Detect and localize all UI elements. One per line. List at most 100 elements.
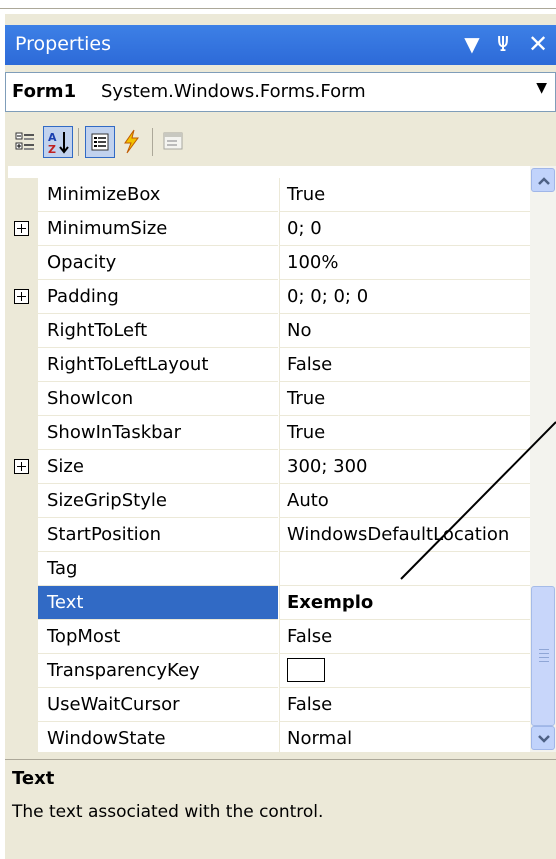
description-text: The text associated with the control. <box>12 802 324 822</box>
property-row[interactable]: StartPosition WindowsDefaultLocation <box>8 518 530 552</box>
property-grid: MinimizeBox True MinimumSize 0; 0 Opacity 100… <box>8 166 530 752</box>
row-gutter <box>8 620 38 654</box>
property-value-cell[interactable]: False <box>279 688 530 722</box>
grip-line <box>539 657 549 658</box>
scroll-thumb[interactable] <box>531 586 555 726</box>
properties-window: Properties ▼ Ψ ✕ Form1 System.Windows.Fo… <box>5 14 556 859</box>
triangle-down-icon[interactable]: ▼ <box>460 31 484 57</box>
property-value: 0; 0; 0; 0 <box>287 286 369 307</box>
pin-icon[interactable]: Ψ <box>491 31 515 57</box>
property-row[interactable]: MinimumSize 0; 0 <box>8 212 530 246</box>
property-row[interactable]: ShowInTaskbar True <box>8 416 530 450</box>
property-name-cell[interactable]: ShowIcon <box>38 382 278 416</box>
property-name-cell[interactable]: WindowState <box>38 722 278 752</box>
property-name: WindowState <box>47 728 166 749</box>
property-value-cell[interactable]: True <box>279 382 530 416</box>
events-lightning-icon[interactable] <box>117 126 147 158</box>
top-edge <box>0 0 556 9</box>
property-value-cell[interactable]: 300; 300 <box>279 450 530 484</box>
property-value-cell[interactable] <box>279 654 530 688</box>
vertical-scrollbar[interactable] <box>530 166 556 752</box>
chevron-down-icon <box>538 735 550 743</box>
categorized-icon[interactable] <box>11 126 41 158</box>
property-name: RightToLeftLayout <box>47 354 209 375</box>
chevron-down-icon[interactable]: ▼ <box>536 80 547 96</box>
expand-plus-icon[interactable] <box>14 289 29 304</box>
scroll-down-button[interactable] <box>531 726 555 750</box>
property-value: Normal <box>287 728 353 749</box>
property-value-cell[interactable]: True <box>279 178 530 212</box>
property-row[interactable]: UseWaitCursor False <box>8 688 530 722</box>
expand-plus-icon[interactable] <box>14 221 29 236</box>
property-value: No <box>287 320 312 341</box>
property-pages-icon[interactable] <box>159 126 189 158</box>
property-name-cell[interactable]: SizeGripStyle <box>38 484 278 518</box>
property-row[interactable]: Size 300; 300 <box>8 450 530 484</box>
property-value-cell[interactable]: 0; 0 <box>279 212 530 246</box>
property-name-cell[interactable]: Opacity <box>38 246 278 280</box>
property-name: TransparencyKey <box>47 660 200 681</box>
property-row[interactable]: Text Exemplo <box>8 586 530 620</box>
property-value-cell[interactable]: 0; 0; 0; 0 <box>279 280 530 314</box>
property-name-cell[interactable]: StartPosition <box>38 518 278 552</box>
alphabetical-sort-icon[interactable]: A Z <box>43 126 73 158</box>
property-row[interactable]: Padding 0; 0; 0; 0 <box>8 280 530 314</box>
property-name-cell[interactable]: Size <box>38 450 278 484</box>
property-row[interactable]: Tag <box>8 552 530 586</box>
property-name-cell[interactable]: UseWaitCursor <box>38 688 278 722</box>
property-value-cell[interactable]: Exemplo <box>279 586 530 620</box>
property-row[interactable]: SizeGripStyle Auto <box>8 484 530 518</box>
property-name: ShowInTaskbar <box>47 422 181 443</box>
property-value: False <box>287 626 333 647</box>
chevron-up-icon <box>538 177 550 185</box>
property-name-cell[interactable]: TopMost <box>38 620 278 654</box>
property-row[interactable]: Opacity 100% <box>8 246 530 280</box>
title-bar[interactable]: Properties ▼ Ψ ✕ <box>5 25 556 65</box>
property-name-cell[interactable]: Padding <box>38 280 278 314</box>
property-name-cell[interactable]: RightToLeftLayout <box>38 348 278 382</box>
property-value-cell[interactable]: Normal <box>279 722 530 752</box>
property-name: Size <box>47 456 84 477</box>
property-row[interactable]: ShowIcon True <box>8 382 530 416</box>
property-name-cell[interactable]: TransparencyKey <box>38 654 278 688</box>
property-name-cell[interactable]: MinimizeBox <box>38 178 278 212</box>
property-value-cell[interactable]: False <box>279 348 530 382</box>
property-name-cell[interactable]: Tag <box>38 552 278 586</box>
property-value: 300; 300 <box>287 456 368 477</box>
window-title: Properties <box>15 33 112 55</box>
property-name-cell[interactable]: ShowInTaskbar <box>38 416 278 450</box>
property-value-cell[interactable]: Auto <box>279 484 530 518</box>
property-row[interactable]: TransparencyKey <box>8 654 530 688</box>
property-value-cell[interactable]: False <box>279 620 530 654</box>
property-value-cell[interactable]: WindowsDefaultLocation <box>279 518 530 552</box>
property-value: True <box>287 184 326 205</box>
property-value-cell[interactable]: True <box>279 416 530 450</box>
property-row[interactable]: RightToLeft No <box>8 314 530 348</box>
object-selector[interactable]: Form1 System.Windows.Forms.Form ▼ <box>5 72 556 112</box>
property-value-cell[interactable] <box>279 552 530 586</box>
property-name-cell[interactable]: Text <box>38 586 278 620</box>
property-value: Auto <box>287 490 329 511</box>
property-row[interactable]: WindowState Normal <box>8 722 530 752</box>
property-name-cell[interactable]: MinimumSize <box>38 212 278 246</box>
description-pane: Text The text associated with the contro… <box>5 759 556 859</box>
close-icon[interactable]: ✕ <box>525 31 551 57</box>
property-row[interactable]: RightToLeftLayout False <box>8 348 530 382</box>
property-name: Opacity <box>47 252 117 273</box>
property-name-cell[interactable]: RightToLeft <box>38 314 278 348</box>
property-value-cell[interactable]: 100% <box>279 246 530 280</box>
row-gutter <box>8 654 38 688</box>
property-value: False <box>287 354 333 375</box>
property-row[interactable]: TopMost False <box>8 620 530 654</box>
properties-icon[interactable] <box>85 126 115 158</box>
property-name: Text <box>47 592 84 613</box>
property-name: MinimumSize <box>47 218 168 239</box>
property-name: Padding <box>47 286 119 307</box>
row-gutter <box>8 450 38 484</box>
scroll-up-button[interactable] <box>531 168 555 192</box>
property-row[interactable]: MinimizeBox True <box>8 178 530 212</box>
property-value: 100% <box>287 252 339 273</box>
expand-plus-icon[interactable] <box>14 459 29 474</box>
toolbar-separator <box>152 128 153 156</box>
property-value-cell[interactable]: No <box>279 314 530 348</box>
